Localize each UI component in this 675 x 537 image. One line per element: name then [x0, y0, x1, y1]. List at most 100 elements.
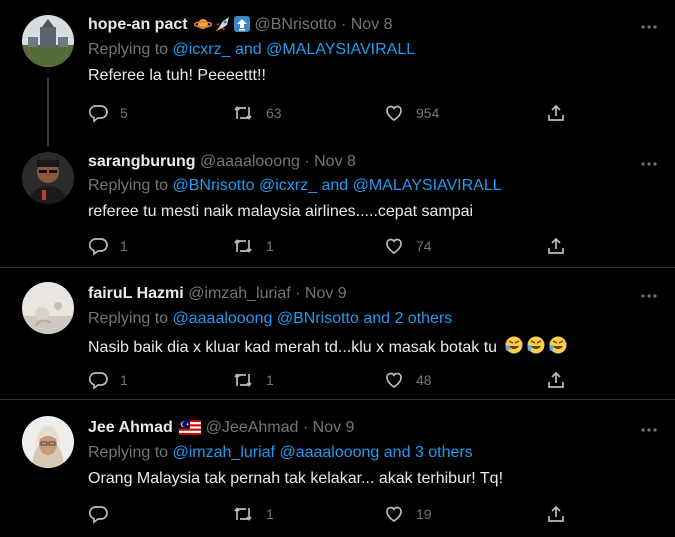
retweet-count: 1: [266, 506, 274, 522]
tweet-header: hope-an pact @BNrisotto · Nov 8: [88, 16, 393, 34]
replying-to-users[interactable]: @aaaalooong @BNrisotto and 2 others: [173, 310, 453, 327]
avatar[interactable]: [22, 152, 74, 204]
replying-to-users[interactable]: @icxrz_ and @MALAYSIAVIRALL: [173, 41, 416, 58]
timestamp[interactable]: Nov 8: [314, 153, 356, 170]
display-name[interactable]: sarangburung: [88, 153, 196, 170]
tweet-text: referee tu mesti naik malaysia airlines.…: [88, 203, 474, 220]
replying-to: Replying to @aaaalooong @BNrisotto and 2…: [88, 310, 452, 328]
like-count: 48: [416, 372, 432, 388]
reply-button[interactable]: 1: [88, 235, 128, 257]
like-count: 954: [416, 105, 440, 121]
tweet-actions: 1 1 74: [88, 235, 568, 257]
display-name[interactable]: hope-an pact: [88, 16, 188, 33]
reply-button[interactable]: 5: [88, 102, 128, 124]
tweet[interactable]: hope-an pact @BNrisotto · Nov 8 Replying…: [0, 0, 675, 145]
share-button[interactable]: [546, 369, 566, 391]
replying-to-users[interactable]: @BNrisotto @icxrz_ and @MALAYSIAVIRALL: [173, 177, 502, 194]
tweet-header: sarangburung @aaaalooong · Nov 8: [88, 153, 356, 171]
heart-icon: [384, 236, 404, 256]
ringed-planet-icon: [194, 16, 213, 32]
share-icon: [546, 504, 566, 524]
heart-icon: [384, 370, 404, 390]
rocket-icon: [214, 16, 232, 32]
reply-icon: [88, 103, 108, 123]
tweet-text: Orang Malaysia tak pernah tak kelakar...…: [88, 470, 504, 487]
handle[interactable]: @JeeAhmad: [206, 419, 299, 436]
handle[interactable]: @aaaalooong: [200, 153, 300, 170]
replying-to-label: Replying to: [88, 310, 173, 327]
timestamp[interactable]: Nov 9: [313, 419, 355, 436]
display-name[interactable]: Jee Ahmad: [88, 419, 173, 436]
tweet-actions: 1 19: [88, 503, 568, 525]
like-button[interactable]: 74: [384, 235, 432, 257]
share-button[interactable]: [546, 102, 566, 124]
separator: ·: [299, 153, 315, 170]
replying-to-label: Replying to: [88, 177, 173, 194]
malaysia-flag-icon: [179, 420, 202, 435]
like-count: 19: [416, 506, 432, 522]
heart-icon: [384, 103, 404, 123]
handle[interactable]: @BNrisotto: [254, 16, 336, 33]
avatar[interactable]: [22, 15, 74, 67]
more-options-icon[interactable]: [640, 421, 658, 439]
retweet-icon: [232, 370, 254, 390]
handle[interactable]: @imzah_luriaf: [188, 285, 291, 302]
tweet-text-body: Nasib baik dia x kluar kad merah td...kl…: [88, 339, 498, 356]
reply-icon: [88, 236, 108, 256]
reply-button[interactable]: 1: [88, 369, 128, 391]
replying-to: Replying to @imzah_luriaf @aaaalooong an…: [88, 444, 473, 462]
tweet-actions: 5 63 954: [88, 102, 568, 124]
reply-icon: [88, 504, 108, 524]
replying-to-label: Replying to: [88, 41, 173, 58]
heart-icon: [384, 504, 404, 524]
tweet[interactable]: fairuL Hazmi @imzah_luriaf · Nov 9 Reply…: [0, 268, 675, 400]
more-options-icon[interactable]: [640, 18, 658, 36]
tweet[interactable]: sarangburung @aaaalooong · Nov 8 Replyin…: [0, 146, 675, 268]
reply-count: 5: [120, 105, 128, 121]
rolling-on-floor-laughing-icon: [504, 335, 524, 355]
retweet-button[interactable]: 1: [232, 369, 274, 391]
tweet-header: fairuL Hazmi @imzah_luriaf · Nov 9: [88, 285, 347, 303]
share-icon: [546, 370, 566, 390]
avatar[interactable]: [22, 416, 74, 468]
share-icon: [546, 236, 566, 256]
separator: ·: [298, 419, 313, 436]
timestamp[interactable]: Nov 8: [351, 16, 393, 33]
retweet-icon: [232, 236, 254, 256]
avatar[interactable]: [22, 282, 74, 334]
timestamp[interactable]: Nov 9: [305, 285, 347, 302]
display-name[interactable]: fairuL Hazmi: [88, 285, 184, 302]
tweet-header: Jee Ahmad @JeeAhmad · Nov 9: [88, 419, 354, 437]
reply-count: 1: [120, 238, 128, 254]
separator: ·: [290, 285, 305, 302]
tweet[interactable]: Jee Ahmad @JeeAhmad · Nov 9 Replying to …: [0, 400, 675, 537]
like-button[interactable]: 954: [384, 102, 439, 124]
reply-icon: [88, 370, 108, 390]
tweet-actions: 1 1 48: [88, 369, 568, 391]
retweet-count: 1: [266, 372, 274, 388]
share-icon: [546, 103, 566, 123]
share-button[interactable]: [546, 503, 566, 525]
share-button[interactable]: [546, 235, 566, 257]
tweet-text: Referee la tuh! Peeeettt!!: [88, 67, 266, 84]
like-button[interactable]: 19: [384, 503, 432, 525]
rolling-on-floor-laughing-icon: [526, 335, 546, 355]
up-arrow-icon: [234, 16, 251, 32]
like-count: 74: [416, 238, 432, 254]
retweet-button[interactable]: 63: [232, 102, 282, 124]
reply-button[interactable]: [88, 503, 120, 525]
retweet-count: 63: [266, 105, 282, 121]
more-options-icon[interactable]: [640, 287, 658, 305]
rolling-on-floor-laughing-icon: [548, 335, 568, 355]
retweet-button[interactable]: 1: [232, 503, 274, 525]
replying-to-label: Replying to: [88, 444, 173, 461]
reply-count: 1: [120, 372, 128, 388]
replying-to: Replying to @BNrisotto @icxrz_ and @MALA…: [88, 177, 502, 195]
more-options-icon[interactable]: [640, 155, 658, 173]
separator: ·: [336, 16, 351, 33]
replying-to-users[interactable]: @imzah_luriaf @aaaalooong and 3 others: [173, 444, 473, 461]
retweet-button[interactable]: 1: [232, 235, 274, 257]
retweet-count: 1: [266, 238, 274, 254]
retweet-icon: [232, 103, 254, 123]
like-button[interactable]: 48: [384, 369, 432, 391]
